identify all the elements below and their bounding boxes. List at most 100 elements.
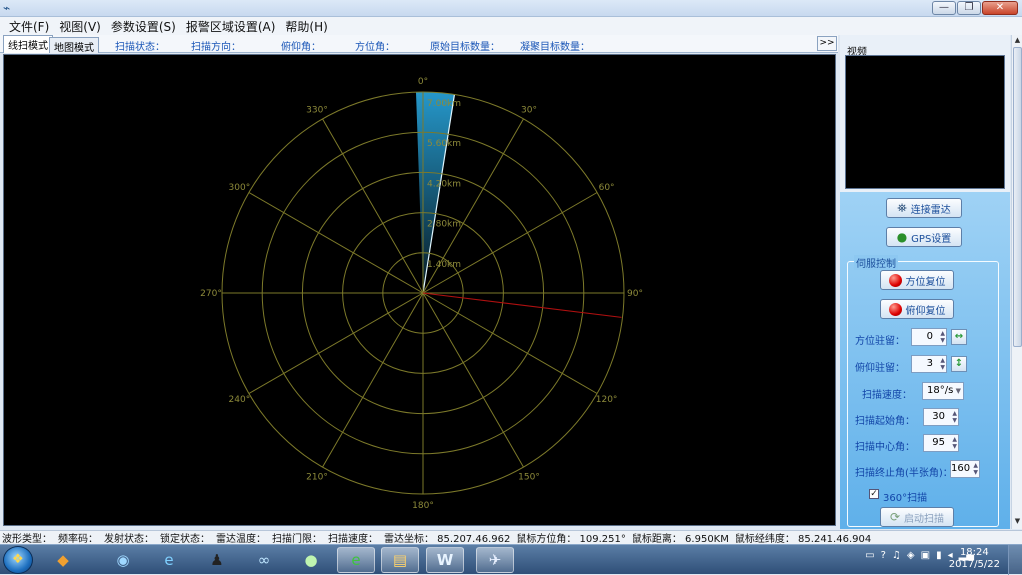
scan-end-spinner[interactable]: 160 ▲ ▼ [950, 460, 980, 478]
scan-direction-label: 扫描方向： [191, 42, 241, 53]
vertical-arrows-icon[interactable]: ↕ [951, 356, 967, 372]
menu-bar: 文件(F) 视图(V) 参数设置(S) 报警区域设置(A) 帮助(H) [0, 17, 1022, 35]
scan-speed-value: 18°/s [927, 385, 954, 396]
browser-bird-icon[interactable]: ◉ [104, 547, 142, 573]
pitch-reset-button[interactable]: 俯仰复位 [880, 299, 954, 319]
scan-state-label: 扫描状态： [115, 42, 165, 53]
gps-settings-label: GPS设置 [911, 233, 952, 245]
scan-speed-select[interactable]: 18°/s ▼ [922, 382, 964, 400]
angle-label: 210° [306, 473, 328, 483]
scan-start-spinner[interactable]: 30 ▲ ▼ [923, 408, 959, 426]
angle-label: 30° [521, 105, 537, 115]
maximize-button[interactable]: ❐ [957, 1, 981, 15]
scan-360-checkbox[interactable]: ✓ [869, 489, 879, 499]
pitch-stay-spinner[interactable]: 3 ▲ ▼ [911, 355, 947, 373]
start-button[interactable]: ❖ [3, 546, 33, 574]
menu-help[interactable]: 帮助(H) [280, 18, 332, 35]
radar-app-icon[interactable]: ✈ [476, 547, 514, 573]
range-label: 5.60km [427, 139, 461, 149]
raw-targets-label: 原始目标数量： [430, 42, 500, 53]
spin-arrows-icon[interactable]: ▲ ▼ [973, 462, 978, 476]
internet-explorer-icon[interactable]: e [150, 547, 188, 573]
status-mouse-distance: 鼠标距离： 6.950KM [631, 534, 729, 545]
mode-tab-bar: 线扫模式 地图模式 扫描状态： 扫描方向： 俯仰角： 方位角： 原始目标数量： … [0, 35, 838, 54]
scrollbar-thumb[interactable] [1013, 47, 1022, 347]
scan-end-label: 扫描终止角(半张角)： [855, 468, 953, 479]
radar-display[interactable]: 0° 30° 60° 90° 120° 150° 180° 210° 240° 270° 300° 3… [3, 54, 836, 526]
status-scan-threshold: 扫描门限： [272, 534, 322, 545]
connect-radar-label: 连接雷达 [910, 204, 951, 216]
menu-file[interactable]: 文件(F) [4, 18, 54, 35]
angle-label: 120° [596, 395, 618, 405]
word-icon[interactable]: W [426, 547, 464, 573]
spin-arrows-icon[interactable]: ▲ ▼ [940, 330, 945, 344]
horizontal-arrows-icon[interactable]: ↔ [951, 329, 967, 345]
scroll-up-icon[interactable]: ▲ [1013, 36, 1022, 46]
status-lock: 锁定状态： [160, 534, 210, 545]
angle-label: 0° [418, 77, 428, 87]
azimuth-stay-spinner[interactable]: 0 ▲ ▼ [911, 328, 947, 346]
radar-plot: 0° 30° 60° 90° 120° 150° 180° 210° 240° 270° 300° 3… [200, 77, 643, 511]
clock-time: 18:24 [959, 547, 989, 558]
security-icon[interactable]: ◈ [907, 550, 915, 561]
chevron-down-icon: ▼ [955, 387, 961, 395]
start-scan-label: 启动扫描 [904, 513, 945, 525]
wechat-icon[interactable]: ● [292, 547, 330, 573]
clock[interactable]: 18:24 2017/5/22 [949, 547, 1000, 571]
scan-end-value: 160 [951, 463, 971, 474]
spin-arrows-icon[interactable]: ▲ ▼ [952, 410, 957, 424]
angle-label: 240° [229, 395, 251, 405]
scroll-down-icon[interactable]: ▼ [1013, 517, 1022, 527]
show-desktop-button[interactable] [1008, 545, 1022, 575]
tab-map-mode[interactable]: 地图模式 [49, 37, 99, 54]
panel-scrollbar[interactable]: ▲ ▼ [1011, 35, 1022, 529]
connect-radar-button[interactable]: ⛯ 连接雷达 [886, 198, 962, 218]
menu-parameter-settings[interactable]: 参数设置(S) [106, 18, 181, 35]
status-mouse-azimuth: 鼠标方位角： 109.251° [516, 534, 626, 545]
help-icon[interactable]: ? [881, 550, 886, 561]
pitch-stay-value: 3 [926, 358, 933, 369]
scan-center-value: 95 [932, 437, 945, 448]
spin-arrows-icon[interactable]: ▲ ▼ [952, 436, 957, 450]
tab-scan-mode[interactable]: 线扫模式 [3, 35, 53, 53]
azimuth-reset-button[interactable]: 方位复位 [880, 270, 954, 290]
gps-settings-button[interactable]: ● GPS设置 [886, 227, 962, 247]
start-scan-button[interactable]: ⟳ 启动扫描 [880, 507, 954, 527]
azimuth-stay-label: 方位驻留： [855, 336, 905, 347]
title-bar: ⌁ — ❐ ✕ [0, 0, 1022, 17]
range-label: 1.40km [427, 260, 461, 270]
red-stop-icon [888, 273, 902, 287]
spin-arrows-icon[interactable]: ▲ ▼ [940, 357, 945, 371]
scan-center-spinner[interactable]: 95 ▲ ▼ [923, 434, 959, 452]
red-stop-icon [888, 302, 902, 316]
azimuth-spoke [322, 118, 424, 294]
clustered-targets-label: 凝聚目标数量： [520, 42, 590, 53]
keyboard-icon[interactable]: ▭ [865, 550, 874, 561]
satellite-dish-icon: ⌁ [3, 1, 11, 15]
window-controls: — ❐ ✕ [932, 1, 1018, 15]
range-label: 7.00km [427, 99, 461, 109]
refresh-icon: ⟳ [889, 510, 901, 524]
video-view [845, 55, 1005, 189]
status-radar-temperature: 雷达温度： [216, 534, 266, 545]
file-explorer-icon[interactable]: ▤ [381, 547, 419, 573]
clock-date: 2017/5/22 [948, 559, 1000, 570]
expand-panel-button[interactable]: >> [817, 36, 837, 51]
qq-penguin-icon[interactable]: ♟ [198, 547, 236, 573]
shield-icon[interactable]: ▣ [921, 550, 930, 561]
green-browser-icon[interactable]: e [337, 547, 375, 573]
control-panel: 视频 ⛯ 连接雷达 ● GPS设置 伺服控制 方位复位 俯仰复位 方位驻留： 0… [840, 35, 1010, 529]
status-transmit: 发射状态： [104, 534, 154, 545]
network-icon[interactable]: ♫ [892, 550, 901, 561]
scan-360-label: 360°扫描 [883, 493, 928, 504]
pitch-label: 俯仰角： [281, 42, 321, 53]
minimize-button[interactable]: — [932, 1, 956, 15]
app-store-icon[interactable]: ◆ [44, 547, 82, 573]
cloud-sync-icon[interactable]: ∞ [245, 547, 283, 573]
usb-icon[interactable]: ▮ [936, 550, 942, 561]
status-radar-coordinates: 雷达坐标： 85.207.46.962 [384, 534, 511, 545]
menu-view[interactable]: 视图(V) [54, 18, 106, 35]
azimuth-stay-value: 0 [926, 331, 933, 342]
menu-alarm-area-settings[interactable]: 报警区域设置(A) [181, 18, 281, 35]
close-button[interactable]: ✕ [982, 1, 1018, 15]
